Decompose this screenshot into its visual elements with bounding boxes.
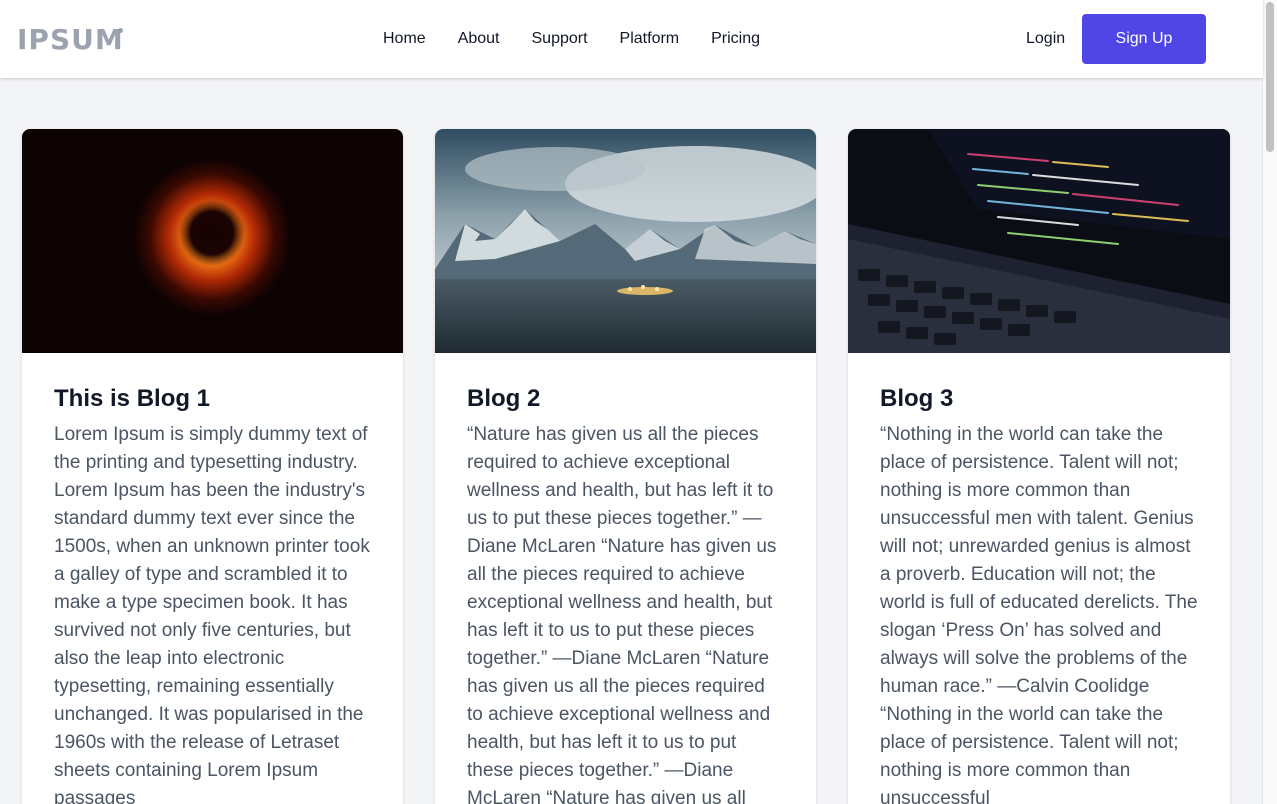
card-text: “Nothing in the world can take the place…	[880, 424, 1198, 804]
scrollbar-thumb[interactable]	[1266, 2, 1274, 152]
black-hole-image	[22, 129, 403, 353]
card-body: Blog 3 “Nothing in the world can take th…	[848, 353, 1230, 804]
card-title[interactable]: This is Blog 1	[54, 383, 371, 415]
nav-link-platform[interactable]: Platform	[620, 29, 680, 49]
logo-text: IPSUM	[17, 23, 124, 56]
blog-card[interactable]: Blog 3 “Nothing in the world can take th…	[848, 129, 1230, 804]
card-body: Blog 2 “Nature has given us all the piec…	[435, 353, 816, 804]
card-title[interactable]: Blog 3	[880, 383, 1198, 415]
nav-link-about[interactable]: About	[458, 29, 500, 49]
sign-up-button[interactable]: Sign Up	[1082, 14, 1206, 64]
nav-link-support[interactable]: Support	[532, 29, 588, 49]
logo-dot	[118, 28, 123, 33]
main-nav: Home About Support Platform Pricing	[383, 29, 792, 49]
card-text: Lorem Ipsum is simply dummy text of the …	[54, 424, 370, 804]
blog-card-list: This is Blog 1 Lorem Ipsum is simply dum…	[22, 129, 1230, 804]
vertical-scrollbar[interactable]	[1262, 0, 1277, 804]
page: IPSUM Home About Support Platform Pricin…	[0, 0, 1277, 804]
blog-card[interactable]: This is Blog 1 Lorem Ipsum is simply dum…	[22, 129, 403, 804]
logo[interactable]: IPSUM	[17, 25, 127, 55]
laptop-code-image	[848, 129, 1230, 353]
blog-card[interactable]: Blog 2 “Nature has given us all the piec…	[435, 129, 816, 804]
nav-link-home[interactable]: Home	[383, 29, 426, 49]
login-link[interactable]: Login	[1026, 29, 1065, 49]
mountain-landscape-image	[435, 129, 816, 353]
card-text: “Nature has given us all the pieces requ…	[467, 424, 777, 804]
nav-link-pricing[interactable]: Pricing	[711, 29, 760, 49]
navbar: IPSUM Home About Support Platform Pricin…	[0, 0, 1263, 78]
card-body: This is Blog 1 Lorem Ipsum is simply dum…	[22, 353, 403, 804]
card-title[interactable]: Blog 2	[467, 383, 784, 415]
